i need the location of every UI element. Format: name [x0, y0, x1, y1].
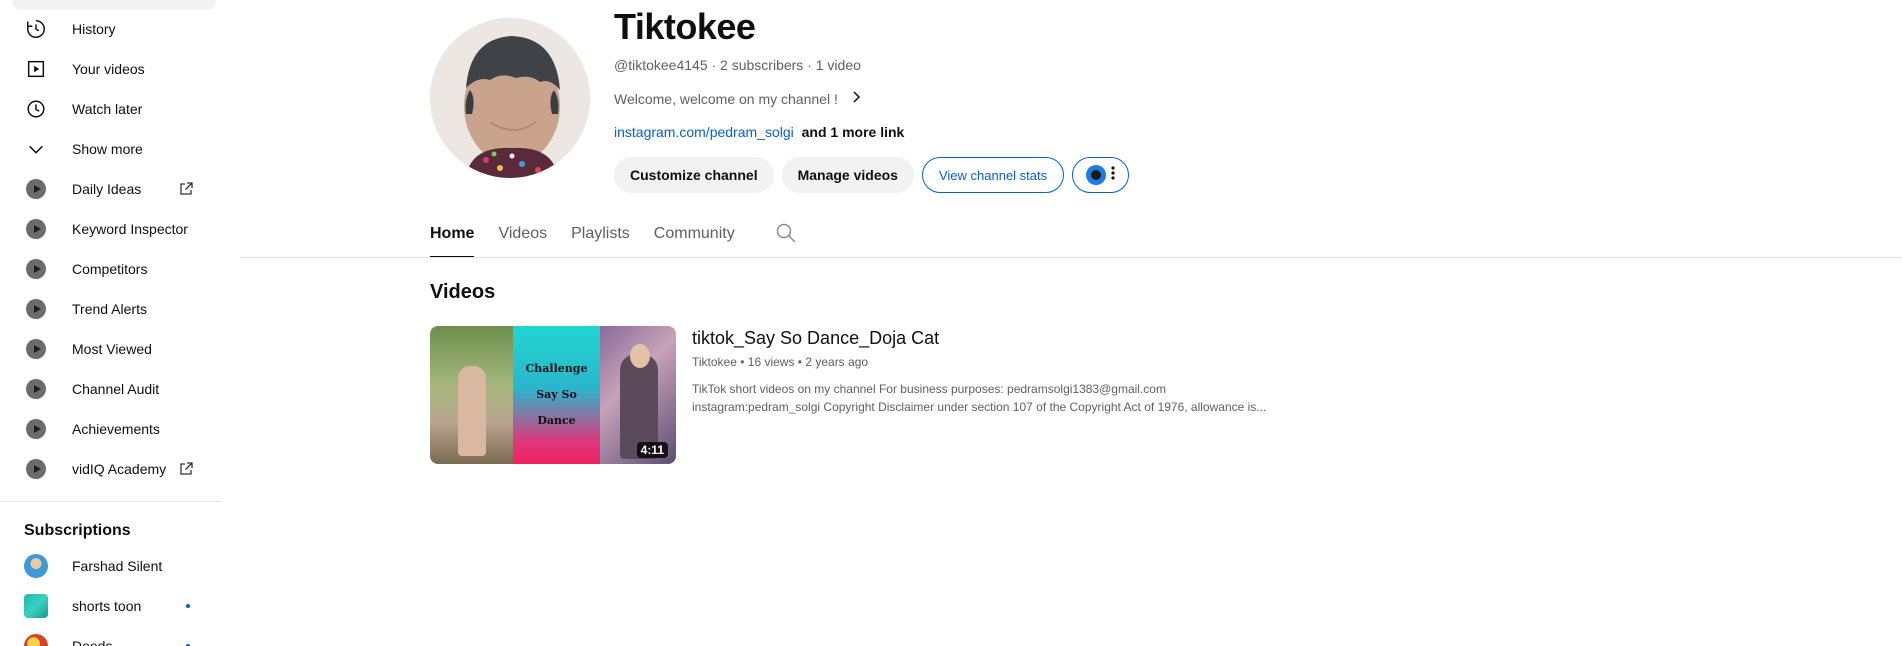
avatar-wrapper — [12, 586, 60, 626]
vidiq-icon — [12, 369, 60, 409]
subscription-item[interactable]: Deeds — [12, 626, 216, 646]
vidiq-icon — [12, 249, 60, 289]
sidebar-item-label: History — [72, 21, 116, 37]
sidebar-item-label: Daily Ideas — [72, 181, 142, 197]
sidebar-item-label: vidIQ Academy — [72, 461, 167, 477]
view-channel-stats-button[interactable]: View channel stats — [921, 157, 1065, 193]
vidiq-icon — [12, 209, 60, 249]
video-description: TikTok short videos on my channel For bu… — [692, 380, 1292, 416]
watch-later-icon — [12, 89, 60, 129]
video-description-line: TikTok short videos on my channel For bu… — [692, 382, 1166, 396]
sidebar-item-label: Trend Alerts — [72, 301, 147, 317]
tab-videos[interactable]: Videos — [498, 210, 547, 258]
thumbnail-figure — [458, 366, 486, 456]
avatar-wrapper — [12, 546, 60, 586]
sidebar-item-your-videos[interactable]: Your videos — [12, 49, 216, 89]
sidebar-show-more[interactable]: Show more — [12, 129, 216, 169]
subscription-name: Farshad Silent — [72, 558, 163, 574]
avatar — [24, 634, 48, 646]
subscriptions-heading: Subscriptions — [24, 522, 131, 539]
avatar-wrapper — [12, 626, 60, 646]
channel-link-instagram[interactable]: instagram.com/pedram_solgi — [614, 124, 794, 140]
chevron-right-icon — [838, 89, 864, 108]
vidiq-icon — [12, 449, 60, 489]
sidebar-item-history[interactable]: History — [12, 9, 216, 49]
channel-search-icon[interactable] — [774, 221, 798, 245]
vidiq-menu-button[interactable] — [1072, 157, 1130, 193]
video-thumbnail[interactable]: Challenge Say So Dance 4:11 — [430, 326, 676, 464]
tab-community[interactable]: Community — [654, 210, 735, 258]
thumbnail-text: Dance — [537, 414, 576, 427]
avatar — [24, 554, 48, 578]
subscription-item[interactable]: Farshad Silent — [12, 546, 216, 586]
vidiq-icon — [12, 409, 60, 449]
vidiq-icon — [1085, 165, 1106, 185]
external-link-icon — [178, 461, 194, 477]
sidebar-item-label: Your videos — [72, 61, 145, 77]
chevron-down-icon — [12, 129, 60, 169]
video-meta: Tiktokee • 16 views • 2 years ago — [692, 355, 869, 369]
new-content-dot — [186, 604, 190, 608]
tabs-divider — [240, 257, 1902, 258]
sidebar-item-competitors[interactable]: Competitors — [12, 249, 216, 289]
video-description-line: instagram:pedram_solgi Copyright Disclai… — [692, 400, 1267, 414]
external-link-icon — [178, 181, 194, 197]
sidebar-item-trend-alerts[interactable]: Trend Alerts — [12, 289, 216, 329]
more-links[interactable]: and 1 more link — [802, 124, 905, 140]
channel-description[interactable]: Welcome, welcome on my channel ! — [614, 89, 864, 108]
subscription-name: Deeds — [72, 638, 113, 646]
channel-description-text: Welcome, welcome on my channel ! — [614, 90, 838, 107]
sidebar-divider — [0, 501, 222, 502]
sidebar-item-label: Competitors — [72, 261, 148, 277]
sidebar-item-label: Watch later — [72, 101, 143, 117]
channel-avatar[interactable] — [430, 18, 590, 178]
channel-actions: Customize channel Manage videos View cha… — [614, 157, 1130, 193]
sidebar-item-most-viewed[interactable]: Most Viewed — [12, 329, 216, 369]
sidebar-item-channel-audit[interactable]: Channel Audit — [12, 369, 216, 409]
subscription-item[interactable]: shorts toon — [12, 586, 216, 626]
channel-links: instagram.com/pedram_solgi and 1 more li… — [614, 124, 904, 140]
sidebar-item-label: Keyword Inspector — [72, 221, 188, 237]
sidebar: History Your videos Watch later Show mor… — [0, 0, 222, 646]
sidebar-item-daily-ideas[interactable]: Daily Ideas — [12, 169, 216, 209]
vidiq-icon — [12, 169, 60, 209]
sidebar-item-label: Most Viewed — [72, 341, 152, 357]
subscription-name: shorts toon — [72, 598, 142, 614]
thumbnail-text: Challenge — [525, 362, 588, 375]
sidebar-item-label: Show more — [72, 141, 143, 157]
sidebar-item-label: Channel Audit — [72, 381, 160, 397]
history-icon — [12, 9, 60, 49]
video-title[interactable]: tiktok_Say So Dance_Doja Cat — [692, 328, 939, 349]
sidebar-item-achievements[interactable]: Achievements — [12, 409, 216, 449]
vidiq-icon — [12, 289, 60, 329]
videos-section-title: Videos — [430, 281, 496, 303]
thumbnail-text: Say So — [536, 388, 577, 401]
sidebar-item-vidiq-academy[interactable]: vidIQ Academy — [12, 449, 216, 489]
sidebar-item-watch-later[interactable]: Watch later — [12, 89, 216, 129]
avatar — [24, 594, 48, 618]
more-vert-icon — [1110, 165, 1116, 186]
sidebar-item-keyword-inspector[interactable]: Keyword Inspector — [12, 209, 216, 249]
customize-channel-button[interactable]: Customize channel — [614, 157, 774, 193]
video-duration-badge: 4:11 — [636, 442, 668, 458]
channel-name: Tiktokee — [614, 6, 756, 47]
sidebar-item-label: Achievements — [72, 421, 160, 437]
thumbnail-figure-head — [630, 344, 650, 368]
vidiq-icon — [12, 329, 60, 369]
channel-tabs: Home Videos Playlists Community — [430, 210, 759, 258]
tab-playlists[interactable]: Playlists — [571, 210, 630, 258]
your-videos-icon — [12, 49, 60, 89]
manage-videos-button[interactable]: Manage videos — [781, 157, 914, 193]
tab-home[interactable]: Home — [430, 210, 475, 258]
channel-meta: @tiktokee4145 · 2 subscribers · 1 video — [614, 57, 861, 73]
